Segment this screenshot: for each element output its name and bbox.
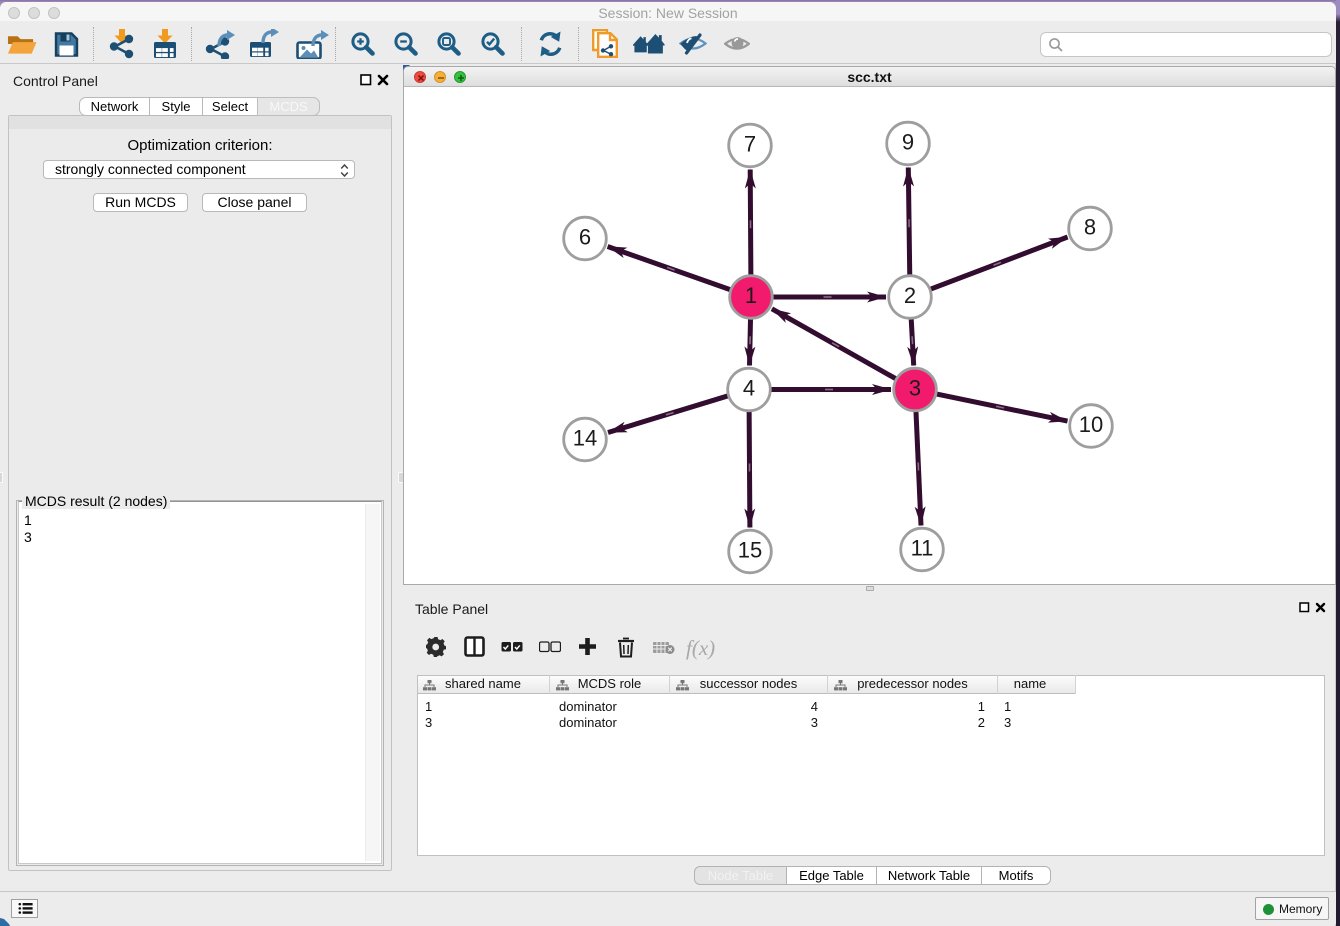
svg-text:14: 14	[573, 425, 597, 450]
svg-text:9: 9	[902, 129, 914, 154]
svg-text:2: 2	[904, 283, 916, 308]
svg-text:3: 3	[909, 375, 921, 400]
svg-text:11: 11	[911, 535, 934, 560]
svg-text:4: 4	[743, 375, 755, 400]
svg-text:6: 6	[579, 224, 591, 249]
svg-text:8: 8	[1084, 214, 1096, 239]
svg-text:7: 7	[744, 131, 756, 156]
svg-text:1: 1	[745, 283, 757, 308]
svg-text:10: 10	[1079, 412, 1103, 437]
svg-text:15: 15	[738, 537, 762, 562]
